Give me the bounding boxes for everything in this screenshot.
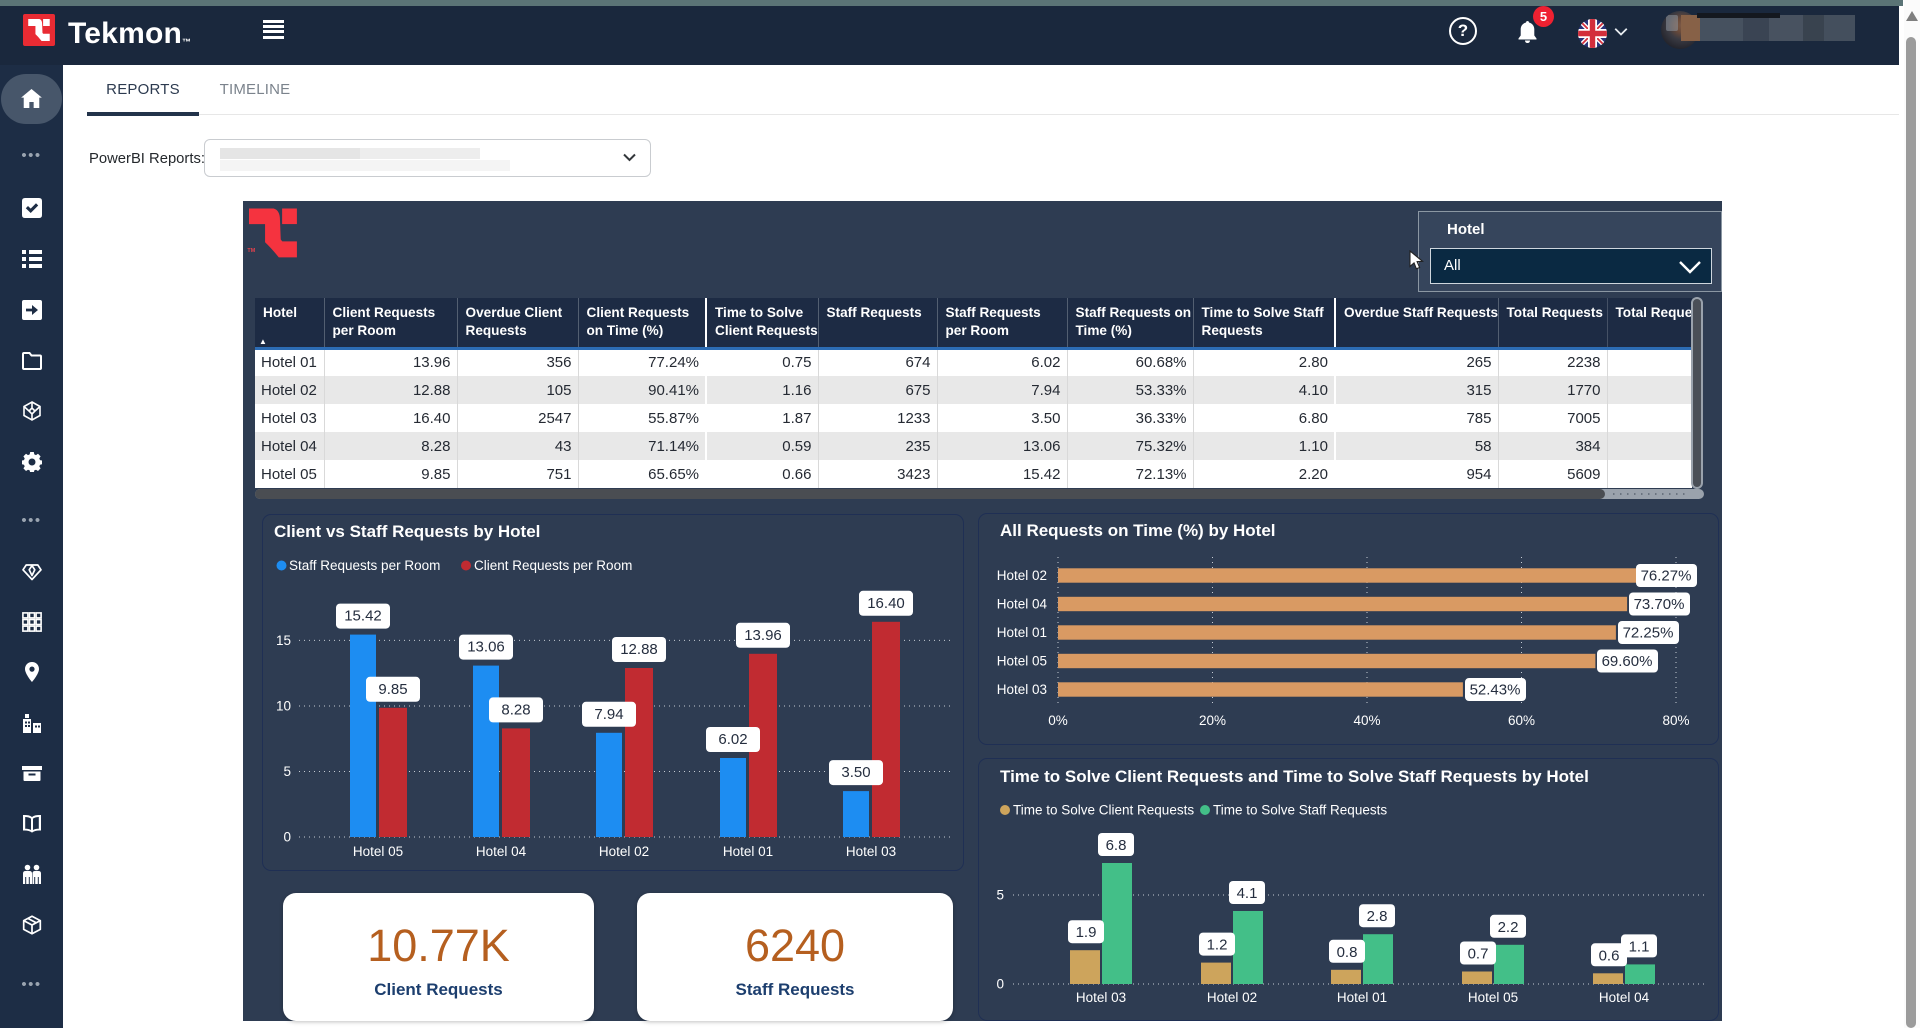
svg-text:Staff Requests per Room: Staff Requests per Room: [289, 558, 440, 573]
svg-text:Hotel 02: Hotel 02: [599, 844, 649, 859]
svg-text:Hotel 04: Hotel 04: [997, 597, 1048, 612]
svg-text:0: 0: [283, 830, 291, 845]
svg-text:Hotel 05: Hotel 05: [353, 844, 403, 859]
svg-text:5: 5: [283, 764, 291, 779]
svg-text:0.6: 0.6: [1599, 947, 1620, 964]
svg-text:5: 5: [996, 888, 1004, 903]
svg-text:Client Requests per Room: Client Requests per Room: [474, 558, 632, 573]
svg-text:Hotel 05: Hotel 05: [997, 654, 1047, 669]
svg-text:Time to Solve Staff Requests: Time to Solve Staff Requests: [1213, 803, 1387, 818]
svg-text:Time to Solve Client Requests: Time to Solve Client Requests: [1013, 803, 1194, 818]
svg-text:15.42: 15.42: [344, 608, 382, 625]
svg-text:52.43%: 52.43%: [1470, 682, 1521, 699]
svg-text:2.8: 2.8: [1367, 908, 1388, 925]
svg-text:69.60%: 69.60%: [1602, 653, 1653, 670]
svg-text:0.8: 0.8: [1337, 944, 1358, 961]
svg-text:9.85: 9.85: [378, 681, 407, 698]
svg-text:80%: 80%: [1662, 713, 1689, 728]
svg-text:Hotel 04: Hotel 04: [476, 844, 527, 859]
svg-text:15: 15: [276, 633, 291, 648]
svg-text:0.7: 0.7: [1468, 946, 1489, 963]
svg-text:13.96: 13.96: [744, 627, 782, 644]
svg-text:Hotel 01: Hotel 01: [1337, 990, 1387, 1005]
svg-text:Hotel 04: Hotel 04: [1599, 990, 1650, 1005]
svg-text:13.06: 13.06: [467, 639, 505, 656]
svg-text:8.28: 8.28: [501, 701, 530, 718]
svg-text:6.8: 6.8: [1106, 837, 1127, 854]
svg-text:Hotel 03: Hotel 03: [997, 682, 1047, 697]
svg-text:1.2: 1.2: [1207, 937, 1228, 954]
svg-text:76.27%: 76.27%: [1641, 568, 1692, 585]
svg-text:72.25%: 72.25%: [1623, 625, 1674, 642]
svg-text:Hotel 03: Hotel 03: [846, 844, 896, 859]
svg-text:0%: 0%: [1048, 713, 1068, 728]
svg-text:Hotel 02: Hotel 02: [997, 568, 1047, 583]
svg-text:0: 0: [996, 977, 1004, 992]
svg-text:6.02: 6.02: [718, 731, 747, 748]
svg-text:73.70%: 73.70%: [1634, 596, 1685, 613]
svg-text:3.50: 3.50: [841, 764, 870, 781]
svg-text:60%: 60%: [1508, 713, 1535, 728]
svg-text:Hotel 03: Hotel 03: [1076, 990, 1126, 1005]
svg-text:4.1: 4.1: [1237, 885, 1258, 902]
svg-text:12.88: 12.88: [620, 641, 658, 658]
svg-text:40%: 40%: [1353, 713, 1380, 728]
svg-text:7.94: 7.94: [594, 706, 623, 723]
svg-text:10: 10: [276, 699, 291, 714]
svg-text:20%: 20%: [1199, 713, 1226, 728]
svg-text:1.9: 1.9: [1076, 924, 1097, 941]
svg-text:Hotel 05: Hotel 05: [1468, 990, 1518, 1005]
svg-text:2.2: 2.2: [1498, 919, 1519, 936]
svg-text:1.1: 1.1: [1629, 938, 1650, 955]
svg-text:16.40: 16.40: [867, 595, 905, 612]
svg-text:Hotel 01: Hotel 01: [997, 625, 1047, 640]
svg-text:Hotel 02: Hotel 02: [1207, 990, 1257, 1005]
svg-text:Hotel 01: Hotel 01: [723, 844, 773, 859]
